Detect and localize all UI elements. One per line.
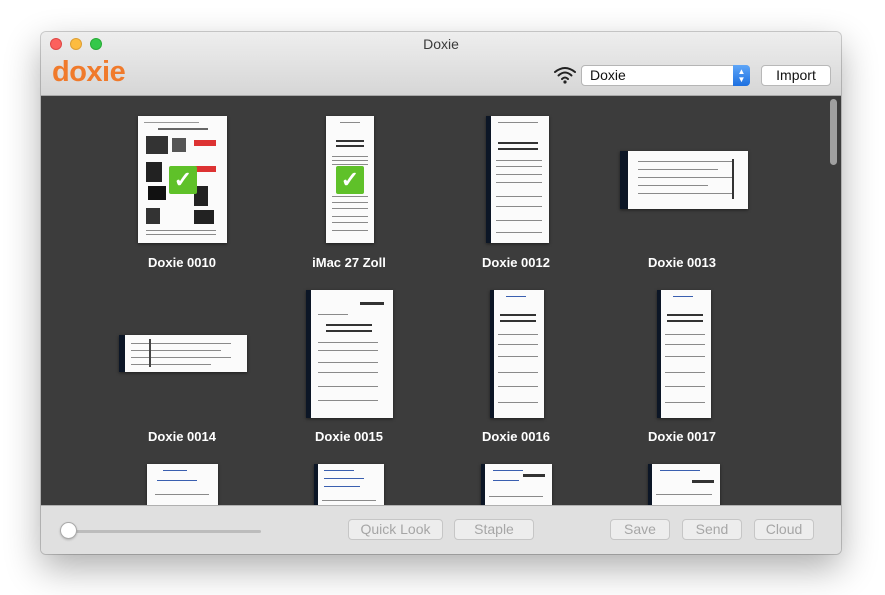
send-button[interactable]: Send [682,519,742,540]
wifi-icon [554,67,576,84]
quick-look-button[interactable]: Quick Look [348,519,443,540]
select-arrows-icon: ▲ ▼ [733,65,750,86]
device-select[interactable]: Doxie ▲ ▼ [581,65,750,86]
scan-label: Doxie 0016 [482,429,550,444]
scan-thumbnail[interactable] [481,464,552,505]
title-bar: Doxie doxie Doxie ▲ ▼ Import [41,32,841,96]
save-button[interactable]: Save [610,519,670,540]
scan-thumbnail[interactable] [657,290,711,418]
scan-thumbnail[interactable] [306,290,393,418]
thumbnail-size-slider-knob[interactable] [60,522,77,539]
scan-thumbnail[interactable] [147,464,218,505]
scan-label: Doxie 0017 [648,429,716,444]
device-select-value: Doxie [590,67,626,83]
scan-label: Doxie 0015 [315,429,383,444]
scan-label: Doxie 0010 [148,255,216,270]
selected-check-icon: ✓ [169,166,197,194]
scan-label: iMac 27 Zoll [312,255,386,270]
doxie-window: Doxie doxie Doxie ▲ ▼ Import ✓ ✓ Doxie 0… [41,32,841,554]
scan-thumbnail[interactable]: ✓ [138,116,227,243]
scan-thumbnail[interactable] [648,464,720,505]
scan-thumbnail[interactable] [620,151,748,209]
scan-label: Doxie 0013 [648,255,716,270]
scan-thumbnail[interactable] [490,290,544,418]
scan-thumbnail[interactable] [119,335,247,372]
cloud-button[interactable]: Cloud [754,519,814,540]
scan-label: Doxie 0012 [482,255,550,270]
vertical-scrollbar[interactable] [826,96,841,505]
thumbnail-size-slider[interactable] [68,530,261,533]
scan-thumbnail[interactable]: ✓ [326,116,374,243]
scrollbar-thumb[interactable] [830,99,837,165]
bottom-toolbar: Quick Look Staple Save Send Cloud [41,505,841,554]
scan-thumbnail[interactable] [314,464,384,505]
scan-grid: ✓ ✓ Doxie 0010 iMac 27 Zoll Doxie 0012 D… [41,96,841,505]
doxie-logo: doxie [52,56,126,88]
import-button[interactable]: Import [761,65,831,86]
scan-label: Doxie 0014 [148,429,216,444]
scan-thumbnail[interactable] [486,116,549,243]
staple-button[interactable]: Staple [454,519,534,540]
selected-check-icon: ✓ [336,166,364,194]
window-title: Doxie [423,36,459,52]
